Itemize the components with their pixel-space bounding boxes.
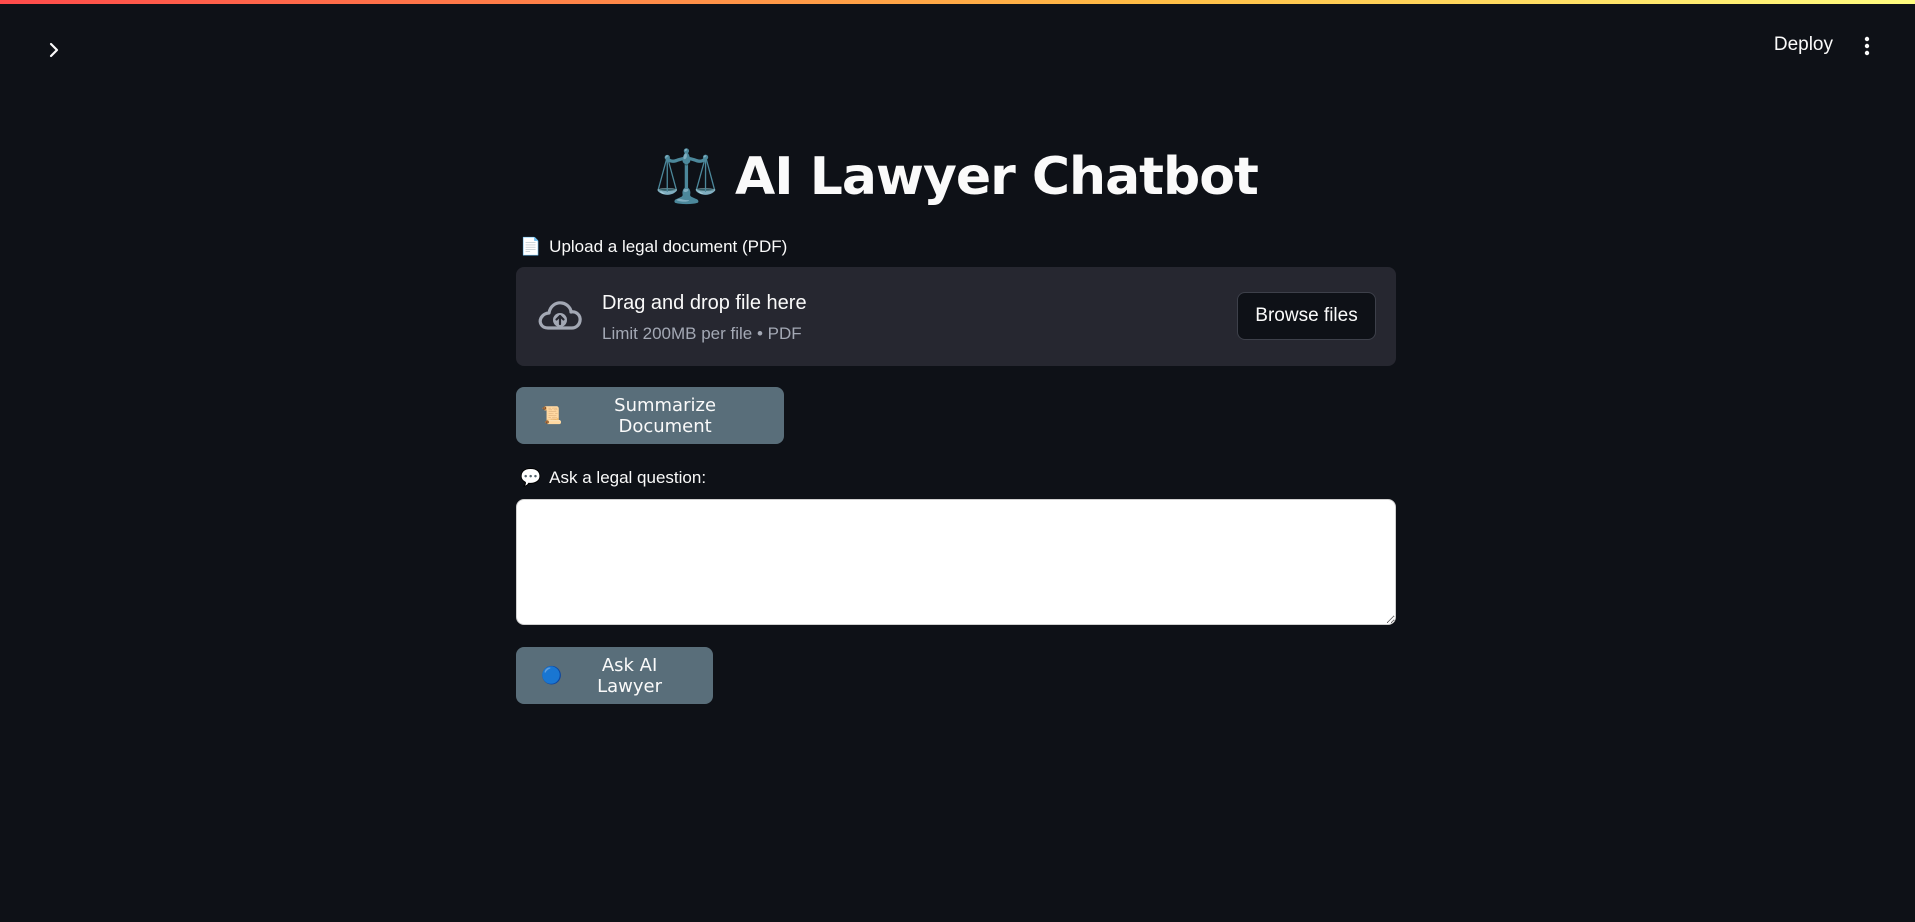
upload-label-text: Upload a legal document (PDF) bbox=[549, 237, 788, 256]
dropzone-title: Drag and drop file here bbox=[602, 292, 807, 314]
speech-bubble-icon: 💬 bbox=[520, 468, 542, 487]
sidebar-toggle-button[interactable] bbox=[40, 36, 68, 64]
question-label-text: Ask a legal question: bbox=[549, 468, 707, 487]
ask-ai-lawyer-label: Ask AI Lawyer bbox=[597, 654, 663, 697]
document-icon: 📄 bbox=[520, 237, 542, 256]
chevron-right-icon bbox=[49, 42, 59, 58]
upload-label: 📄 Upload a legal document (PDF) bbox=[520, 237, 787, 257]
legal-question-input[interactable] bbox=[516, 499, 1396, 625]
main-menu-button[interactable] bbox=[1855, 34, 1879, 58]
file-dropzone[interactable]: Drag and drop file here Limit 200MB per … bbox=[516, 267, 1396, 366]
vertical-dots-icon bbox=[1864, 36, 1870, 56]
scroll-icon: 📜 bbox=[541, 405, 563, 426]
deploy-button[interactable]: Deploy bbox=[1774, 34, 1833, 56]
scales-icon: ⚖️ bbox=[654, 147, 719, 207]
page-title: ⚖️ AI Lawyer Chatbot bbox=[516, 146, 1396, 207]
page-title-text: AI Lawyer Chatbot bbox=[735, 147, 1259, 207]
dropzone-limit: Limit 200MB per file • PDF bbox=[602, 324, 802, 343]
header-decoration-bar bbox=[0, 0, 1915, 4]
ask-ai-lawyer-button[interactable]: 🔵 Ask AI Lawyer bbox=[516, 647, 713, 704]
browse-files-button[interactable]: Browse files bbox=[1237, 292, 1376, 340]
cloud-upload-icon bbox=[538, 301, 582, 330]
summarize-document-button[interactable]: 📜 Summarize Document bbox=[516, 387, 784, 444]
summarize-document-label: Summarize Document bbox=[614, 394, 717, 437]
blue-circle-icon: 🔵 bbox=[541, 665, 563, 686]
question-label: 💬 Ask a legal question: bbox=[520, 468, 706, 488]
